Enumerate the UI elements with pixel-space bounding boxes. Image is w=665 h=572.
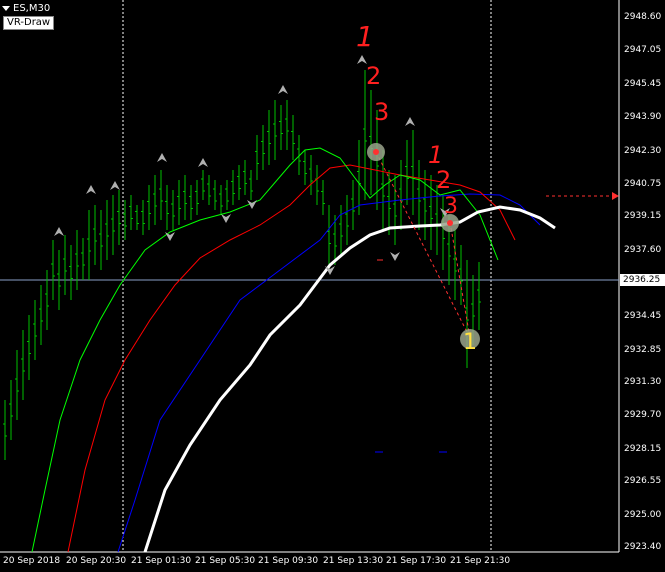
chart-window[interactable]: 1 2 3 1 2 3 1 ES,M30 VR-Draw 2948.60 2947… [0, 0, 665, 572]
fractal-down-arrow-icon [390, 252, 400, 261]
price-tick-label: 2929.70 [624, 410, 662, 420]
time-tick-label: 21 Sep 09:30 [258, 556, 319, 566]
wave-label-1b: 1 [428, 141, 443, 169]
price-tick-label: 2948.60 [624, 12, 662, 22]
price-tick-label: 2940.75 [624, 179, 662, 189]
time-tick-label: 21 Sep 01:30 [131, 556, 192, 566]
wave-label-3b: 3 [444, 194, 458, 219]
price-tick-label: 2926.55 [624, 476, 662, 486]
price-tick-label: 2934.45 [624, 311, 662, 321]
time-tick-label: 21 Sep 05:30 [195, 556, 256, 566]
fractal-up-arrow-icon [278, 85, 288, 94]
fractal-up-arrow-icon [198, 158, 208, 167]
wave-label-1a: 1 [356, 20, 374, 53]
price-chart-canvas[interactable]: 1 2 3 1 2 3 1 [0, 0, 665, 572]
wave-label-2b: 2 [436, 166, 451, 194]
price-tick-label: 2945.45 [624, 79, 662, 89]
trend-line-1 [375, 151, 471, 339]
fractal-up-arrow-icon [86, 185, 96, 194]
price-tick-label: 2925.00 [624, 510, 662, 520]
time-tick-label: 20 Sep 2018 [3, 556, 61, 566]
price-tick-label: 2928.15 [624, 444, 662, 454]
price-tick-label: 2923.40 [624, 542, 662, 552]
fractal-up-arrow-icon [54, 227, 64, 236]
wave-label-2a: 2 [366, 62, 381, 90]
fractal-up-arrow-icon [405, 117, 415, 126]
current-price-tag: 2936.25 [620, 274, 665, 286]
target-arrow-head [612, 192, 619, 200]
time-tick-label: 21 Sep 13:30 [323, 556, 384, 566]
dropdown-triangle-icon[interactable] [2, 6, 10, 11]
symbol-text: ES,M30 [13, 3, 51, 14]
fractal-up-arrow-icon [110, 181, 120, 190]
ma-white [143, 205, 556, 553]
price-tick-label: 2939.15 [624, 211, 662, 221]
pivot-circle-2-dot [447, 220, 453, 226]
ma-fast-green [31, 147, 499, 553]
price-tick-label: 2937.60 [624, 245, 662, 255]
time-tick-label: 21 Sep 21:30 [450, 556, 511, 566]
indicator-label[interactable]: VR-Draw [3, 16, 55, 30]
wave-label-3a: 3 [374, 98, 389, 126]
fractal-up-arrow-icon [157, 153, 167, 162]
pivot-circle-1-dot [373, 149, 379, 155]
price-tick-label: 2943.90 [624, 112, 662, 122]
price-tick-label: 2932.85 [624, 345, 662, 355]
time-tick-label: 21 Sep 17:30 [386, 556, 447, 566]
time-tick-label: 20 Sep 20:30 [66, 556, 127, 566]
wave-label-1c: 1 [463, 330, 477, 355]
fractal-down-arrow-icon [221, 214, 231, 223]
fractal-down-arrow-icon [165, 232, 175, 241]
price-tick-label: 2942.30 [624, 146, 662, 156]
candle-series [3, 70, 481, 460]
price-tick-label: 2947.05 [624, 45, 662, 55]
symbol-timeframe-label[interactable]: ES,M30 [2, 2, 50, 15]
price-tick-label: 2931.30 [624, 377, 662, 387]
